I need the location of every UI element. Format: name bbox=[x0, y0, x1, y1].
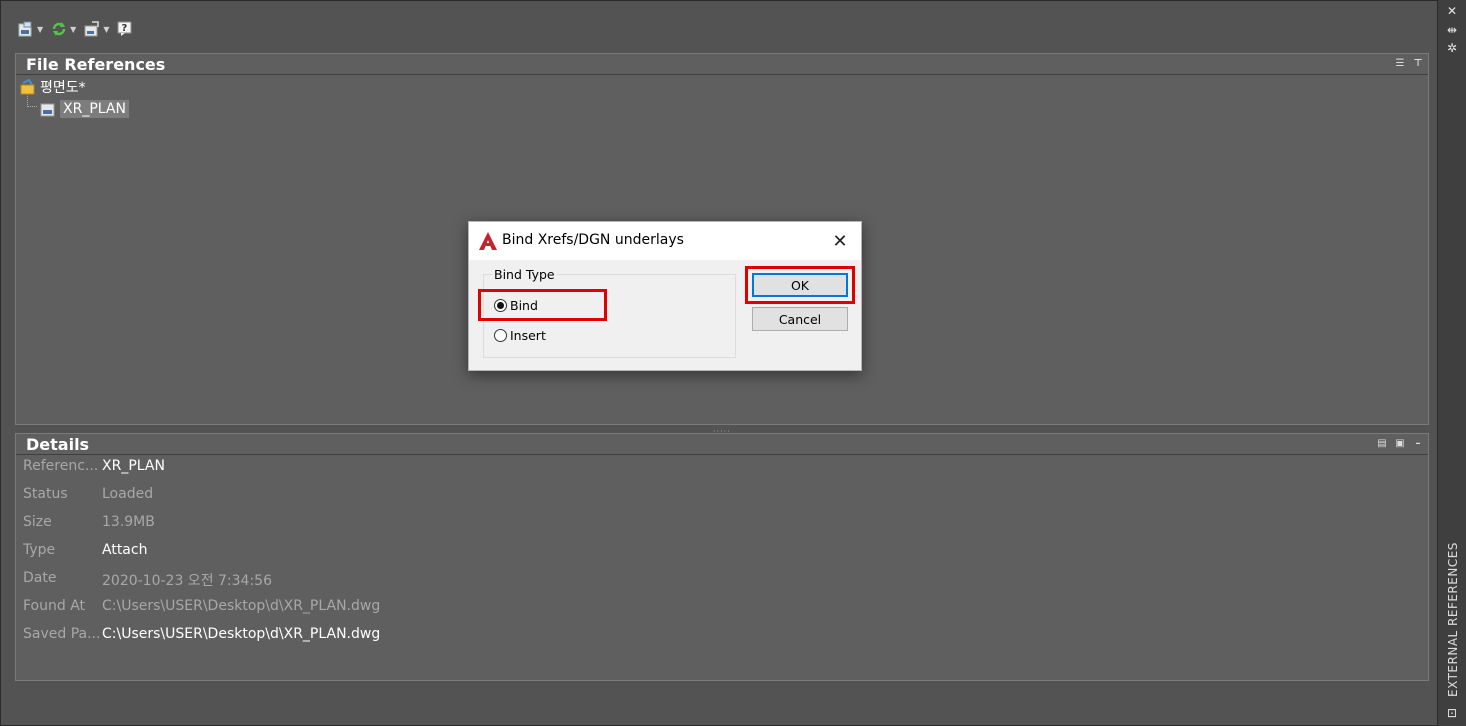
details-view-icon[interactable]: ▤ bbox=[1376, 437, 1388, 449]
tree-item-label: XR_PLAN bbox=[60, 100, 129, 118]
bind-xrefs-dialog: Bind Xrefs/DGN underlays ✕ Bind Type Bin… bbox=[468, 221, 862, 371]
bind-type-group: Bind Type Bind Insert bbox=[483, 267, 736, 358]
details-label: Status bbox=[23, 486, 68, 502]
attach-dwg-icon bbox=[18, 21, 32, 37]
list-view-icon[interactable]: ☰ bbox=[1394, 57, 1406, 69]
details-value: Loaded bbox=[102, 486, 154, 502]
palette-menu-icon[interactable]: ⊡ bbox=[1445, 706, 1459, 720]
details-label: Size bbox=[23, 514, 52, 530]
dialog-titlebar: Bind Xrefs/DGN underlays ✕ bbox=[469, 222, 861, 260]
bind-radio-label: Bind bbox=[510, 298, 538, 313]
details-value: 2020-10-23 오전 7:34:56 bbox=[102, 573, 272, 589]
reference-tree: 평면도* XR_PLAN bbox=[20, 76, 129, 120]
collapse-icon[interactable]: – bbox=[1412, 437, 1424, 449]
bind-type-label: Bind Type bbox=[492, 267, 557, 282]
details-label: Saved Pa... bbox=[23, 626, 101, 642]
details-label: Date bbox=[23, 570, 57, 586]
refresh-icon bbox=[52, 22, 66, 36]
details-label: Type bbox=[23, 542, 56, 558]
change-path-icon bbox=[84, 21, 100, 37]
chevron-down-icon: ▼ bbox=[103, 24, 110, 34]
details-row-saved-path: Saved Pa... C:\Users\USER\Desktop\d\XR_P… bbox=[23, 626, 380, 650]
details-value[interactable]: Attach bbox=[102, 542, 147, 566]
details-row-date: Date 2020-10-23 오전 7:34:56 bbox=[23, 570, 272, 594]
help-button[interactable]: ? bbox=[114, 18, 136, 40]
details-value: 13.9MB bbox=[102, 514, 155, 530]
svg-text:?: ? bbox=[122, 23, 128, 34]
insert-radio[interactable]: Insert bbox=[494, 328, 546, 343]
details-row-found-at: Found At C:\Users\USER\Desktop\d\XR_PLAN… bbox=[23, 598, 380, 622]
details-row-size: Size 13.9MB bbox=[23, 514, 155, 538]
radio-empty-icon bbox=[494, 329, 507, 342]
panel-splitter[interactable]: ····· bbox=[15, 425, 1429, 436]
file-references-title: File References bbox=[26, 55, 166, 74]
dialog-close-button[interactable]: ✕ bbox=[827, 228, 853, 254]
ok-button[interactable]: OK bbox=[752, 273, 848, 297]
details-value[interactable]: XR_PLAN bbox=[102, 458, 165, 482]
dialog-title: Bind Xrefs/DGN underlays bbox=[502, 232, 684, 248]
file-references-header: File References ☰ ⊤ bbox=[16, 54, 1428, 75]
details-title: Details bbox=[26, 435, 90, 454]
details-panel: Details ▤ ▣ – Referenc... XR_PLAN Status… bbox=[15, 433, 1429, 681]
tree-item-xr-plan[interactable]: XR_PLAN bbox=[40, 98, 129, 120]
cancel-button[interactable]: Cancel bbox=[752, 307, 848, 331]
help-icon: ? bbox=[117, 21, 132, 36]
tree-root-label: 평면도* bbox=[40, 80, 86, 96]
details-row-status: Status Loaded bbox=[23, 486, 153, 510]
autocad-logo-icon bbox=[479, 232, 497, 250]
bind-radio[interactable]: Bind bbox=[494, 298, 538, 313]
details-header: Details ▤ ▣ – bbox=[16, 434, 1428, 455]
radio-selected-icon bbox=[494, 299, 507, 312]
details-row-reference: Referenc... XR_PLAN bbox=[23, 458, 165, 482]
preview-icon[interactable]: ▣ bbox=[1394, 437, 1406, 449]
chevron-down-icon: ▼ bbox=[70, 24, 77, 34]
details-value: C:\Users\USER\Desktop\d\XR_PLAN.dwg bbox=[102, 598, 381, 614]
tree-view-icon[interactable]: ⊤ bbox=[1412, 57, 1424, 69]
change-path-button[interactable]: ▼ bbox=[81, 18, 112, 40]
refresh-button[interactable]: ▼ bbox=[48, 18, 79, 40]
attach-dwg-button[interactable]: ▼ bbox=[15, 18, 46, 40]
details-label: Referenc... bbox=[23, 458, 99, 474]
palette-toolbar: ▼ ▼ ▼ ? bbox=[15, 15, 136, 43]
chevron-down-icon: ▼ bbox=[37, 24, 44, 34]
properties-icon[interactable]: ✲ bbox=[1445, 41, 1459, 55]
palette-title: EXTERNAL REFERENCES bbox=[1446, 542, 1460, 697]
tree-root[interactable]: 평면도* bbox=[20, 76, 129, 98]
details-value[interactable]: C:\Users\USER\Desktop\d\XR_PLAN.dwg bbox=[102, 626, 380, 650]
drawing-icon bbox=[20, 79, 35, 95]
details-label: Found At bbox=[23, 598, 86, 614]
dwg-file-icon bbox=[40, 103, 55, 117]
auto-hide-icon[interactable]: ⇹ bbox=[1445, 23, 1459, 37]
close-icon[interactable]: ✕ bbox=[1445, 4, 1459, 18]
details-row-type: Type Attach bbox=[23, 542, 147, 566]
insert-radio-label: Insert bbox=[510, 328, 546, 343]
